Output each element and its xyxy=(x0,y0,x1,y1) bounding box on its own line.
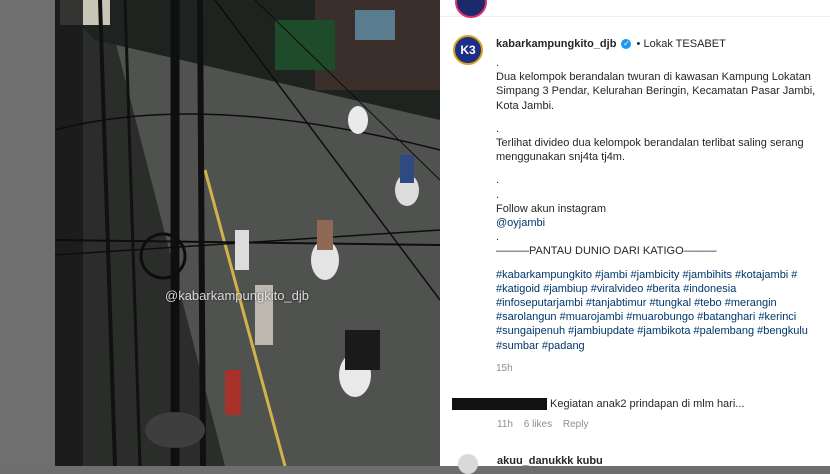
avatar[interactable]: K3 xyxy=(453,35,483,65)
post-time[interactable]: 15h xyxy=(496,362,826,376)
comment-likes[interactable]: 6 likes xyxy=(524,419,552,430)
hashtag-line[interactable]: #sarolangun #muarojambi #muarobungo #bat… xyxy=(496,310,826,324)
caption-line: Simpang 3 Pendar, Kelurahan Beringin, Ke… xyxy=(496,85,816,98)
avatar-label: K3 xyxy=(460,43,476,57)
street-scene xyxy=(55,0,440,466)
comment-meta: 11h 6 likes Reply xyxy=(497,419,596,430)
caption-line: . xyxy=(496,57,500,69)
separator: • xyxy=(636,38,641,50)
mention-link[interactable]: @oyjambi xyxy=(496,216,826,230)
caption-line: Kota Jambi. xyxy=(496,99,555,112)
reply-button[interactable]: Reply xyxy=(563,419,589,430)
post-caption: . Dua kelompok berandalan twuran di kawa… xyxy=(496,56,826,376)
caption-line: Dua kelompok berandalan twuran di kawasa… xyxy=(496,71,811,84)
comment-time[interactable]: 11h xyxy=(497,419,513,430)
hashtag-line[interactable]: #infoseputarjambi #tanjabtimur #tungkal … xyxy=(496,296,826,310)
comment-username[interactable]: akuu_danukkk kubu xyxy=(497,455,603,467)
top-avatar[interactable] xyxy=(455,0,487,18)
top-header xyxy=(440,0,830,18)
caption-line: menggunakan snj4ta tj4m. xyxy=(496,151,626,164)
caption-line: . xyxy=(496,174,500,187)
hashtag-line[interactable]: #sumbar #padang xyxy=(496,339,826,353)
caption-line: . xyxy=(496,231,500,244)
left-background xyxy=(0,0,55,466)
comment-text: Kegiatan anak2 prindapan di mlm hari... xyxy=(550,398,745,410)
video-watermark: @kabarkampungkito_djb xyxy=(165,288,310,303)
hashtag-line[interactable]: #kabarkampungkito #jambi #jambicity #jam… xyxy=(496,268,826,282)
banner-text: ———PANTAU DUNIO DARI KATIGO——— xyxy=(496,245,717,258)
follow-text: Follow akun instagram xyxy=(496,202,607,215)
post-panel: K3 kabarkampungkito_djb ✓ • Lokak TESABE… xyxy=(440,0,830,466)
redacted-username xyxy=(452,398,547,410)
post-location[interactable]: Lokak TESABET xyxy=(643,38,725,50)
hashtag-line[interactable]: #sungaipenuh #jambiupdate #jambikota #pa… xyxy=(496,324,826,338)
video-player[interactable]: @kabarkampungkito_djb xyxy=(55,0,440,466)
caption-line: . xyxy=(496,122,500,135)
caption-line: Terlihat divideo dua kelompok berandalan… xyxy=(496,137,804,150)
post-username[interactable]: kabarkampungkito_djb xyxy=(496,38,616,50)
caption-line: . xyxy=(496,188,500,201)
avatar[interactable] xyxy=(458,454,478,474)
post-header: kabarkampungkito_djb ✓ • Lokak TESABET xyxy=(496,38,726,50)
hashtag-line[interactable]: #katigoid #jambiup #viralvideo #berita #… xyxy=(496,282,826,296)
verified-badge-icon: ✓ xyxy=(621,39,632,50)
